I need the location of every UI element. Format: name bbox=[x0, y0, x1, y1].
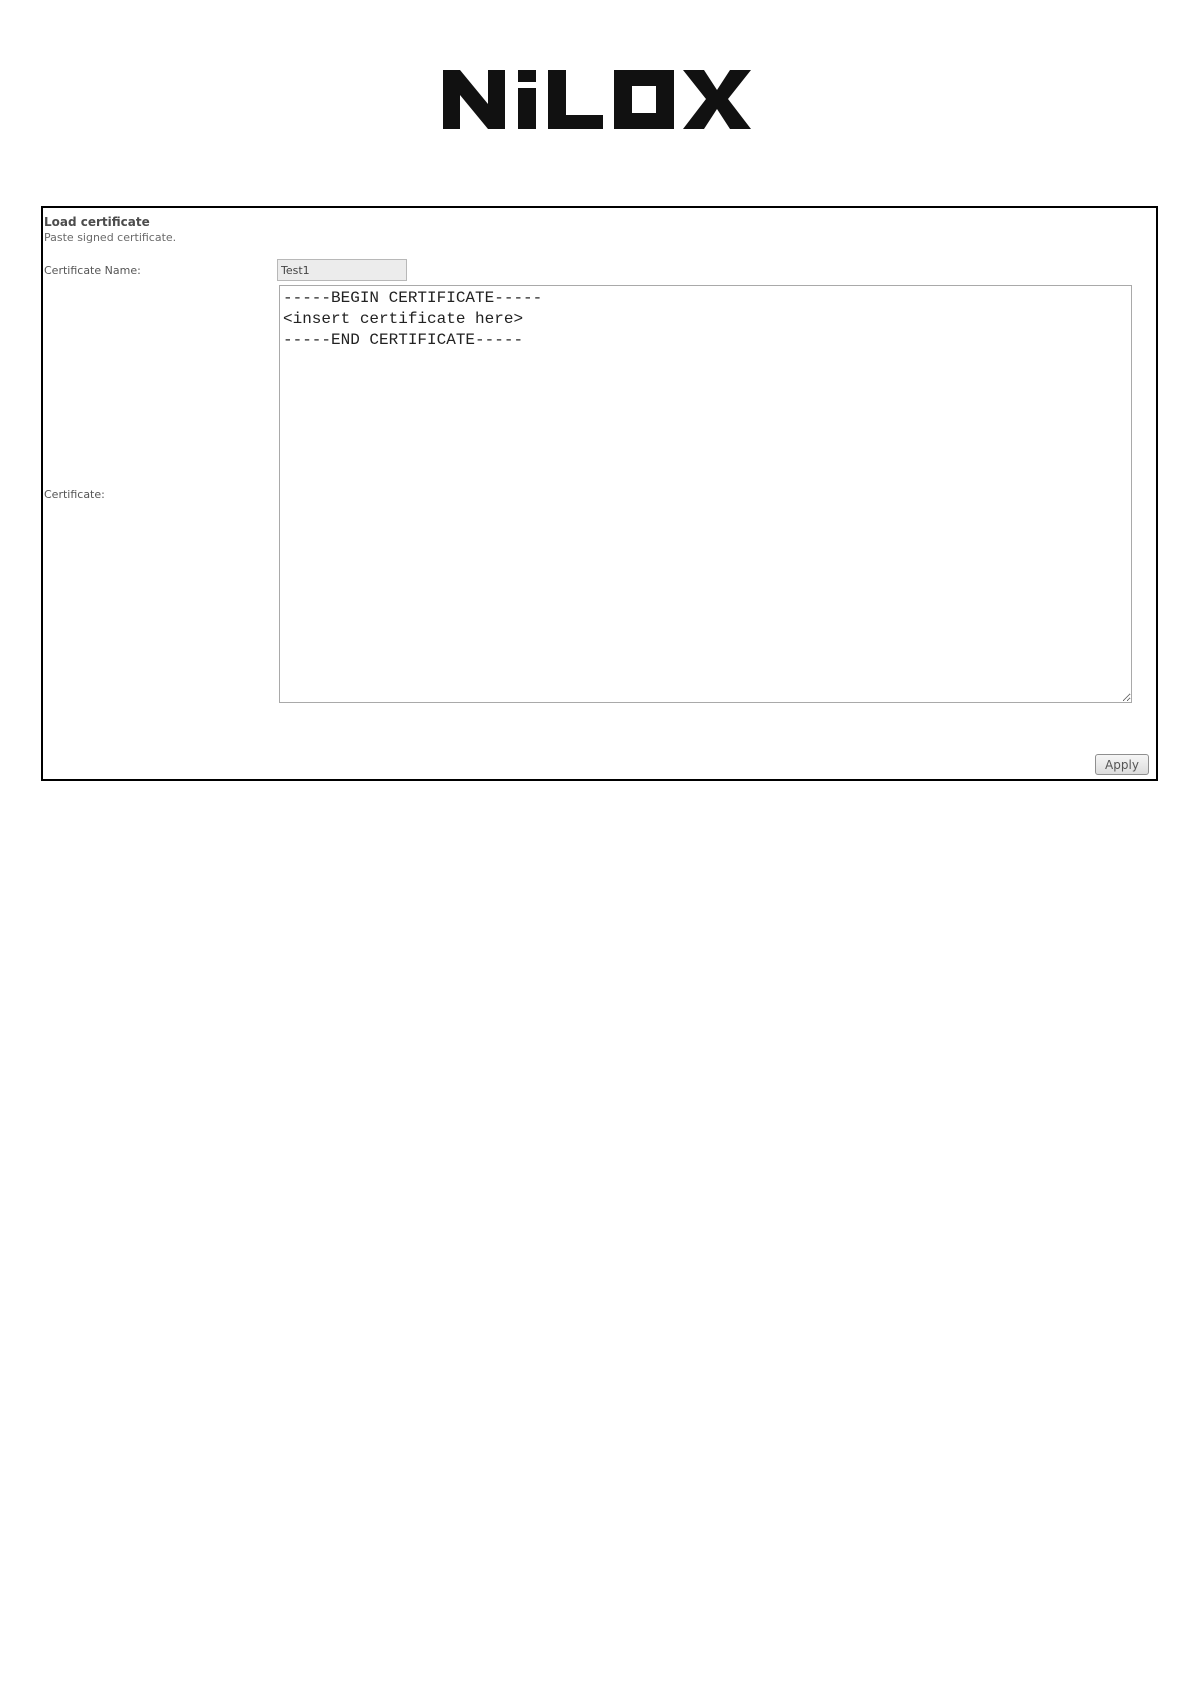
certificate-name-input[interactable] bbox=[277, 259, 407, 281]
panel-subtitle: Paste signed certificate. bbox=[44, 231, 177, 244]
apply-button[interactable]: Apply bbox=[1095, 754, 1149, 775]
load-certificate-panel: Load certificate Paste signed certificat… bbox=[41, 206, 1158, 781]
panel-title: Load certificate bbox=[44, 215, 150, 229]
certificate-name-label: Certificate Name: bbox=[44, 264, 141, 277]
certificate-textarea[interactable]: -----BEGIN CERTIFICATE----- <insert cert… bbox=[279, 285, 1132, 703]
nilox-logo bbox=[443, 70, 751, 129]
certificate-label: Certificate: bbox=[44, 488, 105, 501]
